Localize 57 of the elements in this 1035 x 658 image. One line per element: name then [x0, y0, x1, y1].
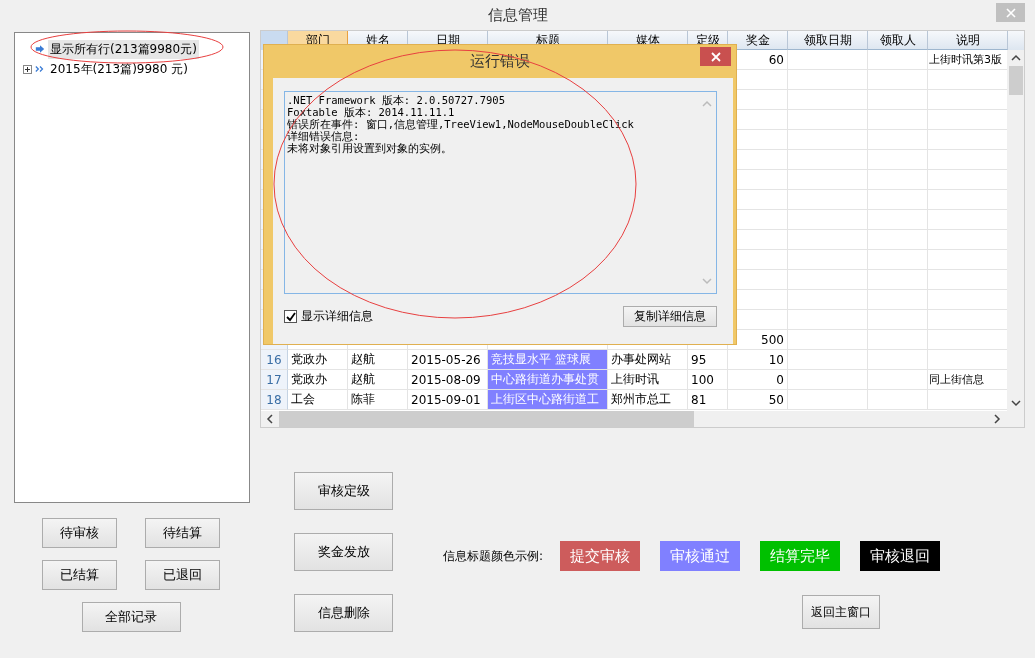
table-cell: 上街时讯: [608, 370, 688, 390]
legend-label: 信息标题颜色示例:: [443, 547, 544, 565]
return-button[interactable]: 返回主窗口: [802, 595, 881, 629]
table-cell: 郑州市总工: [608, 390, 688, 410]
dialog-title: 运行错误: [470, 52, 530, 71]
filter-button[interactable]: 已结算: [42, 560, 117, 590]
table-cell: 中心路街道办事处贯: [488, 370, 608, 390]
filter-button[interactable]: 待结算: [145, 518, 220, 548]
row-number: 17: [261, 370, 288, 390]
table-cell: 赵航: [348, 370, 408, 390]
color-legend-chip: 提交审核: [560, 541, 641, 571]
checkbox-label: 显示详细信息: [301, 308, 373, 325]
horizontal-scrollbar[interactable]: [261, 411, 1024, 427]
close-button[interactable]: [700, 47, 731, 66]
table-cell: 0: [728, 370, 788, 390]
arrow-right-icon: [35, 44, 45, 54]
close-icon: [1005, 7, 1016, 18]
close-button[interactable]: [996, 3, 1025, 22]
table-cell: 党政办: [288, 350, 348, 370]
table-cell: 陈菲: [348, 390, 408, 410]
copy-details-button[interactable]: 复制详细信息: [623, 306, 717, 327]
table-cell: 100: [688, 370, 728, 390]
color-legend-chip: 审核通过: [660, 541, 741, 571]
row-number: 18: [261, 390, 288, 410]
action-button[interactable]: 信息删除: [294, 594, 393, 632]
checkbox[interactable]: [284, 310, 297, 323]
scrollbar-thumb[interactable]: [279, 411, 694, 427]
table-cell: 党政办: [288, 370, 348, 390]
table-cell: 95: [688, 350, 728, 370]
table-cell: 10: [728, 350, 788, 370]
table-cell: 赵航: [348, 350, 408, 370]
table-cell: 办事处网站: [608, 350, 688, 370]
action-button[interactable]: 奖金发放: [294, 533, 393, 571]
vertical-scrollbar[interactable]: [1007, 50, 1024, 411]
column-header[interactable]: 领取人: [868, 31, 928, 50]
row-number: 16: [261, 350, 288, 370]
filter-button[interactable]: 待审核: [42, 518, 117, 548]
table-cell: 上街区中心路街道工: [488, 390, 608, 410]
table-cell: 竞技显水平 篮球展: [488, 350, 608, 370]
column-header[interactable]: 领取日期: [788, 31, 868, 50]
double-chevron-icon: [35, 64, 45, 74]
error-details-field[interactable]: .NET Framework 版本: 2.0.50727.7905 Foxtable 版本: 2014.11.11.1 错误所在事件: 窗口,信息管理,TreeView1,NodeMouseDoubleClick 详细错误信息: 未将对象引用设置到对象的实例。: [284, 91, 717, 294]
tree-node[interactable]: 2015年(213篇)9980 元): [48, 59, 190, 79]
close-icon: [710, 51, 721, 62]
filter-button[interactable]: 全部记录: [81, 602, 181, 632]
expand-icon[interactable]: [23, 64, 32, 74]
scrollbar-thumb[interactable]: [1008, 66, 1023, 95]
window-title: 信息管理: [487, 5, 548, 25]
column-header[interactable]: 说明: [928, 31, 1008, 50]
table-cell: 81: [688, 390, 728, 410]
table-cell: 工会: [288, 390, 348, 410]
color-legend-chip: 审核退回: [860, 541, 941, 571]
color-legend-chip: 结算完毕: [760, 541, 841, 571]
table-cell: 50: [728, 390, 788, 410]
tree-node[interactable]: 显示所有行(213篇9980元): [48, 39, 199, 59]
action-button[interactable]: 审核定级: [294, 472, 393, 510]
filter-button[interactable]: 已退回: [145, 560, 220, 590]
